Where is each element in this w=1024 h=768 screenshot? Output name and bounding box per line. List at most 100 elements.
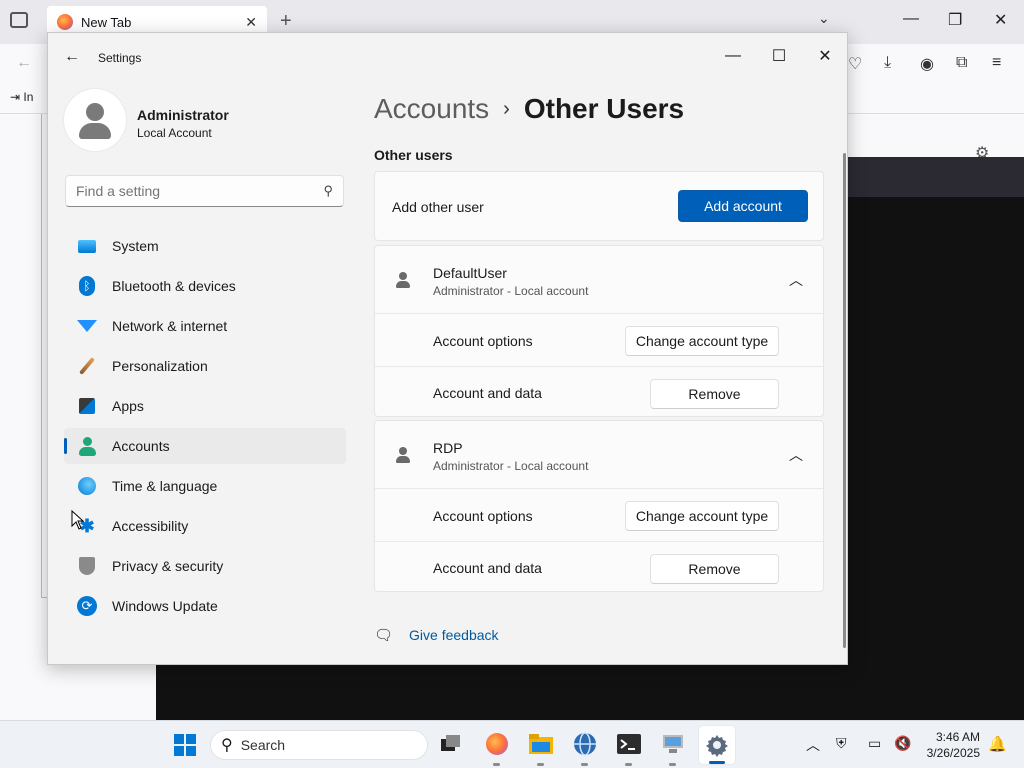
downloads-icon[interactable]: ⤓ (884, 54, 891, 72)
sidebar-item-accessibility[interactable]: ✱ Accessibility (64, 508, 346, 544)
user-card-header[interactable]: DefaultUser Administrator - Local accoun… (375, 246, 823, 314)
profile-subtitle: Local Account (137, 126, 212, 140)
user-card-rdp: RDP Administrator - Local account ︿ Acco… (374, 420, 824, 592)
tab-close-icon[interactable]: ✕ (245, 14, 257, 31)
file-explorer-icon[interactable] (528, 731, 554, 766)
account-options-row: Account options Change account type (375, 315, 823, 367)
title-bar: ← Settings — ☐ ✕ (48, 33, 847, 81)
terminal-icon[interactable] (616, 731, 642, 766)
firefox-icon (57, 14, 73, 30)
sidebar-item-privacy[interactable]: Privacy & security (64, 548, 346, 584)
nav-label: Apps (112, 398, 144, 414)
menu-icon[interactable]: ≡ (992, 54, 1001, 72)
user-card-header[interactable]: RDP Administrator - Local account ︿ (375, 421, 823, 489)
remove-button[interactable]: Remove (650, 554, 779, 584)
date: 3/26/2025 (926, 746, 980, 760)
sidebar-item-system[interactable]: System (64, 228, 346, 264)
settings-window: ← Settings — ☐ ✕ Administrator Local Acc… (47, 32, 848, 665)
nav-label: Windows Update (112, 598, 218, 614)
notification-bell-icon[interactable]: 🔔 (988, 735, 1007, 753)
browser-back-icon[interactable]: ← (16, 54, 32, 72)
tab-title: New Tab (81, 14, 132, 30)
browser-close-button[interactable]: ✕ (994, 10, 1007, 30)
taskbar-search-label: Search (240, 737, 286, 753)
chevron-up-icon[interactable]: ︿ (806, 735, 820, 755)
list-all-tabs-icon[interactable]: ⌄ (818, 10, 830, 27)
breadcrumb-parent[interactable]: Accounts (374, 93, 489, 124)
account-options-row: Account options Change account type (375, 490, 823, 542)
account-data-label: Account and data (433, 560, 542, 576)
nav-label: Accessibility (112, 518, 189, 534)
minimize-button[interactable]: — (718, 41, 748, 71)
change-account-type-button[interactable]: Change account type (625, 501, 779, 531)
account-options-label: Account options (433, 508, 533, 524)
sidebar-item-time-language[interactable]: Time & language (64, 468, 346, 504)
user-name: RDP (433, 440, 463, 456)
tabs-list-icon[interactable] (10, 12, 28, 28)
sidebar-item-network[interactable]: Network & internet (64, 308, 346, 344)
sidebar-item-apps[interactable]: Apps (64, 388, 346, 424)
network-tray-icon[interactable]: ▭ (868, 735, 881, 752)
breadcrumb: Accounts › Other Users (374, 93, 684, 125)
extensions-icon[interactable]: ⧉ (956, 54, 967, 72)
search-box[interactable]: ⚲ (65, 175, 344, 207)
close-button[interactable]: ✕ (810, 41, 840, 71)
accounts-icon (77, 436, 97, 456)
volume-muted-icon[interactable]: 🔇 (894, 735, 911, 752)
chevron-up-icon[interactable]: ︿ (789, 270, 803, 290)
search-input[interactable] (76, 183, 324, 199)
privacy-icon (77, 556, 97, 576)
settings-taskbar-icon[interactable] (699, 726, 735, 764)
time-language-icon (77, 476, 97, 496)
task-view-icon[interactable] (438, 731, 464, 757)
sidebar-item-accounts[interactable]: Accounts (64, 428, 346, 464)
sidebar-item-personalization[interactable]: Personalization (64, 348, 346, 384)
taskbar: ⚲ Search ︿ ⛨ ▭ 🔇 3:46 AM 3/26/2025 🔔 (0, 720, 1024, 768)
add-account-button[interactable]: Add account (678, 190, 808, 222)
user-icon (396, 272, 410, 288)
give-feedback[interactable]: 🗨 Give feedback (374, 626, 499, 644)
network-icon (77, 316, 97, 336)
search-icon[interactable]: ⚲ (323, 183, 333, 199)
maximize-button[interactable]: ☐ (764, 41, 794, 71)
chevron-up-icon[interactable]: ︿ (789, 445, 803, 465)
security-tray-icon[interactable]: ⛨ (836, 735, 847, 752)
sidebar-item-bluetooth[interactable]: ᛒ Bluetooth & devices (64, 268, 346, 304)
nav-list: System ᛒ Bluetooth & devices Network & i… (64, 228, 346, 628)
user-card-defaultuser: DefaultUser Administrator - Local accoun… (374, 245, 824, 417)
nav-label: System (112, 238, 159, 254)
remove-button[interactable]: Remove (650, 379, 779, 409)
pocket-icon[interactable]: ♡ (848, 54, 862, 74)
app-title: Settings (98, 51, 142, 65)
breadcrumb-separator-icon: › (503, 98, 510, 120)
profile-name: Administrator (137, 107, 229, 123)
remote-desktop-icon[interactable] (660, 731, 686, 766)
browser-minimize-button[interactable]: — (903, 10, 919, 28)
start-button[interactable] (174, 734, 196, 756)
browser-restore-button[interactable]: ❐ (948, 10, 962, 30)
add-user-label: Add other user (392, 199, 484, 215)
firefox-taskbar-icon[interactable] (484, 731, 510, 766)
give-feedback-link[interactable]: Give feedback (409, 627, 499, 643)
bookmark-import[interactable]: ⇥ In (10, 90, 33, 104)
sidebar-item-windows-update[interactable]: ⟳ Windows Update (64, 588, 346, 624)
account-icon[interactable]: ◉ (920, 54, 934, 74)
clock[interactable]: 3:46 AM 3/26/2025 (916, 729, 980, 761)
apps-icon (77, 396, 97, 416)
system-icon (77, 236, 97, 256)
nav-label: Accounts (112, 438, 170, 454)
new-tab-button[interactable]: + (280, 10, 292, 33)
change-account-type-button[interactable]: Change account type (625, 326, 779, 356)
user-profile[interactable]: Administrator Local Account (64, 89, 344, 153)
taskbar-search[interactable]: ⚲ Search (210, 730, 428, 760)
add-user-card: Add other user Add account (374, 171, 824, 241)
network-globe-icon[interactable] (572, 731, 598, 766)
back-arrow-icon[interactable]: ← (64, 48, 80, 66)
user-role: Administrator - Local account (433, 284, 589, 298)
nav-label: Personalization (112, 358, 208, 374)
bluetooth-icon: ᛒ (77, 276, 97, 296)
nav-label: Bluetooth & devices (112, 278, 236, 294)
scrollbar[interactable] (843, 153, 846, 648)
section-title: Other users (374, 147, 453, 163)
account-data-label: Account and data (433, 385, 542, 401)
